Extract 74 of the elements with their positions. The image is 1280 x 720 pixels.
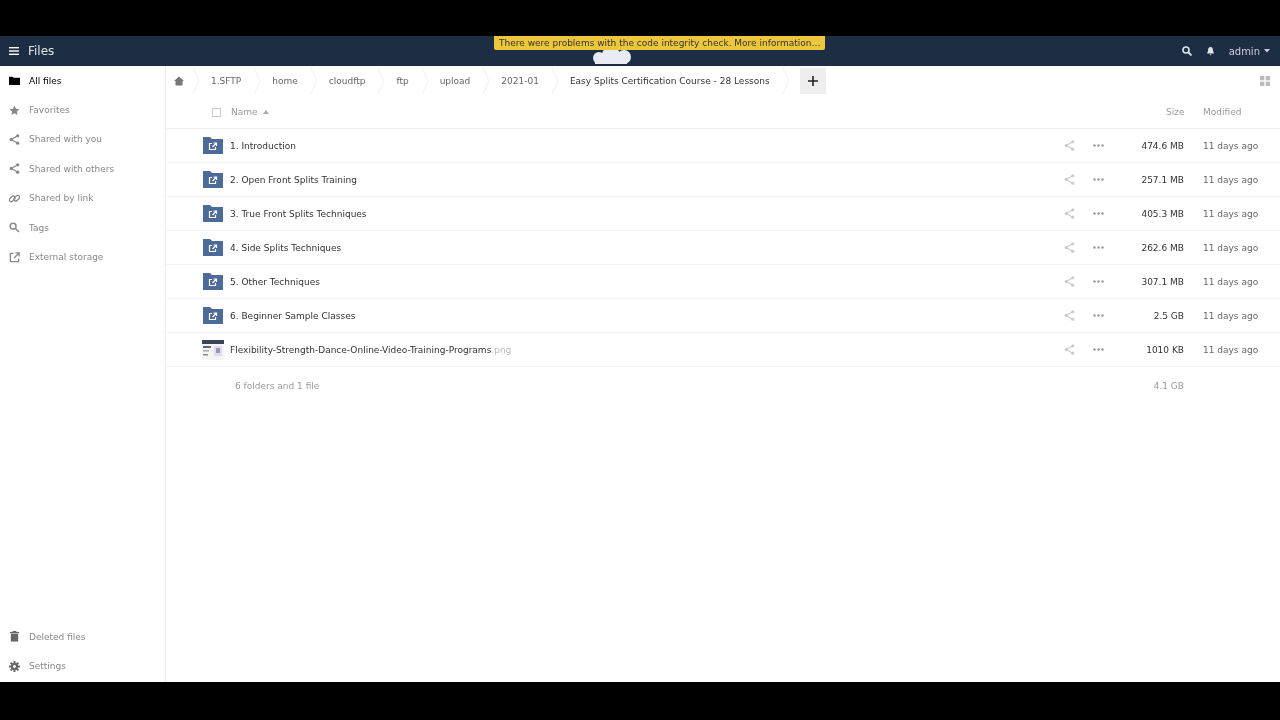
- more-options-icon[interactable]: [1093, 348, 1104, 351]
- breadcrumb-link[interactable]: ftp: [385, 76, 421, 86]
- share-icon[interactable]: [1064, 344, 1075, 355]
- breadcrumb-link[interactable]: Easy Splits Certification Course - 28 Lessons: [558, 76, 782, 86]
- file-size: 474.6 MB: [1140, 140, 1184, 151]
- more-options-icon[interactable]: [1093, 178, 1104, 181]
- home-icon[interactable]: [174, 76, 184, 86]
- sidebar-item[interactable]: Shared by link: [0, 183, 165, 213]
- sidebar-item[interactable]: Tags: [0, 212, 165, 243]
- more-options-icon[interactable]: [1093, 144, 1104, 147]
- star-icon: [9, 104, 20, 116]
- shared-folder-icon: [203, 307, 223, 324]
- share-icon[interactable]: [1064, 174, 1075, 185]
- integrity-warning-banner[interactable]: There were problems with the code integrity check. More information…: [494, 36, 826, 50]
- sidebar-item[interactable]: Shared with you: [0, 124, 165, 155]
- sidebar-item[interactable]: Favorites: [0, 95, 165, 125]
- file-name[interactable]: 5. Other Techniques: [230, 276, 320, 287]
- link-icon: [9, 192, 20, 204]
- file-size: 262.6 MB: [1140, 242, 1184, 253]
- shared-folder-icon: [203, 171, 223, 188]
- search-icon: [9, 222, 20, 234]
- file-name[interactable]: 4. Side Splits Techniques: [230, 242, 342, 253]
- file-name[interactable]: 2. Open Front Splits Training: [230, 174, 357, 185]
- file-size: 307.1 MB: [1140, 276, 1184, 287]
- share-icon[interactable]: [1064, 310, 1075, 321]
- breadcrumb-link[interactable]: home: [261, 76, 310, 86]
- more-options-icon[interactable]: [1093, 314, 1104, 317]
- sort-arrow-icon: [262, 110, 269, 114]
- file-name[interactable]: 1. Introduction: [230, 140, 296, 151]
- file-size: 1010 KB: [1145, 344, 1184, 355]
- file-size: 405.3 MB: [1140, 208, 1184, 219]
- select-all-checkbox[interactable]: [212, 107, 221, 117]
- sidebar-item[interactable]: All files: [0, 66, 165, 96]
- folder-icon: [9, 75, 20, 87]
- sidebar-item[interactable]: External storage: [0, 242, 165, 272]
- trash-icon: [9, 631, 20, 643]
- shared-folder-icon: [203, 137, 223, 154]
- share-icon: [9, 163, 20, 175]
- add-button[interactable]: [799, 68, 826, 94]
- external-link-icon: [9, 251, 20, 263]
- user-menu[interactable]: admin: [1228, 45, 1270, 57]
- share-icon: [9, 133, 20, 145]
- file-name[interactable]: 3. True Front Splits Techniques: [230, 208, 367, 219]
- file-size: 2.5 GB: [1152, 310, 1184, 321]
- summary-count: 6 folders and 1 file: [235, 381, 320, 391]
- shared-folder-icon: [203, 205, 223, 222]
- menu-icon[interactable]: [9, 47, 19, 55]
- grid-view-icon[interactable]: [1260, 76, 1270, 86]
- breadcrumb-link[interactable]: cloudftp: [317, 76, 378, 86]
- settings-icon: [9, 660, 20, 672]
- bell-icon[interactable]: [1205, 46, 1215, 56]
- breadcrumb-link[interactable]: 1.SFTP: [200, 76, 254, 86]
- file-name[interactable]: 6. Beginner Sample Classes: [230, 310, 356, 321]
- breadcrumb-link[interactable]: upload: [428, 76, 483, 86]
- plus-icon: [807, 76, 818, 86]
- more-options-icon[interactable]: [1093, 246, 1104, 249]
- more-options-icon[interactable]: [1093, 212, 1104, 215]
- sidebar-item[interactable]: Shared with others: [0, 154, 165, 184]
- caret-icon: [1264, 49, 1270, 53]
- breadcrumb-link[interactable]: 2021-01: [490, 76, 551, 86]
- share-icon[interactable]: [1064, 242, 1075, 253]
- more-options-icon[interactable]: [1093, 280, 1104, 283]
- file-size: 257.1 MB: [1140, 174, 1184, 185]
- search-icon[interactable]: [1181, 46, 1192, 56]
- file-name[interactable]: Flexibility-Strength-Dance-Online-Video-Training-Programs.png: [230, 344, 512, 355]
- summary-size: 4.1 GB: [1153, 381, 1184, 391]
- shared-folder-icon: [203, 273, 223, 290]
- sidebar-item[interactable]: Settings: [0, 651, 165, 681]
- share-icon[interactable]: [1064, 276, 1075, 287]
- shared-folder-icon: [203, 239, 223, 256]
- app-title: Files: [28, 44, 55, 58]
- sidebar-item[interactable]: Deleted files: [0, 622, 165, 652]
- share-icon[interactable]: [1064, 208, 1075, 219]
- share-icon[interactable]: [1064, 140, 1075, 151]
